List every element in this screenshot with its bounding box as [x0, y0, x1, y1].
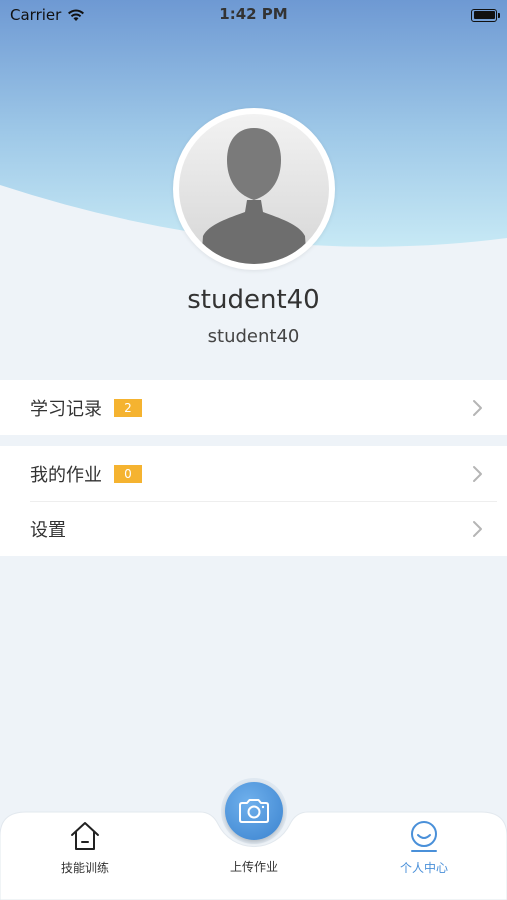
upload-camera-button[interactable] — [221, 778, 287, 844]
profile-account: student40 — [207, 326, 300, 347]
camera-icon — [239, 799, 269, 823]
home-icon — [71, 822, 99, 850]
menu-item-settings[interactable]: 设置 — [0, 501, 507, 556]
menu-item-label: 我的作业 — [30, 464, 102, 486]
smile-icon — [411, 821, 437, 852]
tab-label: 技能训练 — [60, 861, 109, 875]
avatar-placeholder-icon — [201, 128, 307, 264]
profile-header: Carrier 1:42 PM student40 student40 — [0, 0, 507, 380]
tab-label: 个人中心 — [399, 861, 448, 875]
menu-item-study-records[interactable]: 学习记录 2 — [0, 380, 507, 435]
carrier-label: Carrier — [10, 6, 62, 24]
status-bar: Carrier — [0, 0, 507, 30]
menu-group-records: 学习记录 2 — [0, 380, 507, 435]
chevron-right-icon — [473, 520, 482, 537]
avatar[interactable] — [173, 108, 335, 270]
count-badge: 2 — [114, 398, 142, 417]
tab-profile[interactable]: 个人中心 — [364, 808, 484, 900]
chevron-right-icon — [473, 399, 482, 416]
menu-group-main: 我的作业 0 设置 — [0, 446, 507, 556]
profile-username: student40 — [187, 285, 320, 315]
chevron-right-icon — [473, 465, 482, 482]
count-badge: 0 — [114, 464, 142, 483]
tab-skills-training[interactable]: 技能训练 — [25, 808, 145, 900]
menu-item-my-homework[interactable]: 我的作业 0 — [0, 446, 507, 501]
tab-upload-homework[interactable]: 上传作业 — [194, 858, 314, 875]
menu-item-label: 设置 — [30, 519, 66, 541]
wifi-icon — [68, 9, 85, 21]
battery-icon — [471, 8, 500, 22]
menu-item-label: 学习记录 — [30, 398, 102, 420]
